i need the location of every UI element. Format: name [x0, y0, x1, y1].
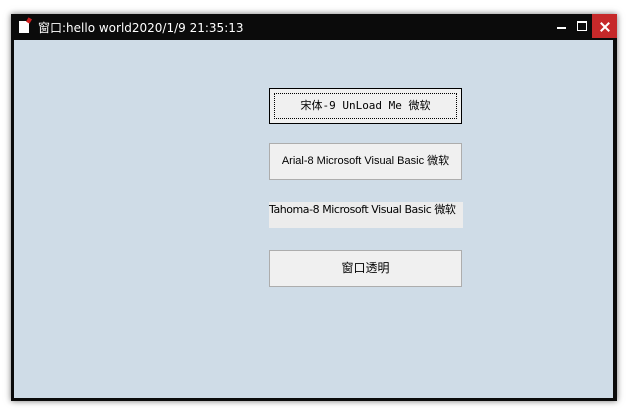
app-window: 窗口:hello world2020/1/9 21:35:13 宋体-9 UnL…: [11, 14, 617, 401]
minimize-icon[interactable]: [551, 14, 571, 38]
client-area: 宋体-9 UnLoad Me 微软 Arial-8 Microsoft Visu…: [14, 40, 613, 398]
unload-me-button[interactable]: 宋体-9 UnLoad Me 微软: [269, 88, 462, 124]
arial-font-button[interactable]: Arial-8 Microsoft Visual Basic 微软: [269, 143, 462, 180]
title-bar[interactable]: 窗口:hello world2020/1/9 21:35:13: [11, 14, 617, 40]
window-transparent-button[interactable]: 窗口透明: [269, 250, 462, 287]
window-title: 窗口:hello world2020/1/9 21:35:13: [38, 21, 244, 35]
tahoma-label: Tahoma-8 Microsoft Visual Basic 微软: [269, 202, 463, 228]
maximize-icon[interactable]: [572, 14, 592, 38]
close-icon[interactable]: [592, 14, 617, 38]
app-icon[interactable]: [19, 21, 29, 33]
